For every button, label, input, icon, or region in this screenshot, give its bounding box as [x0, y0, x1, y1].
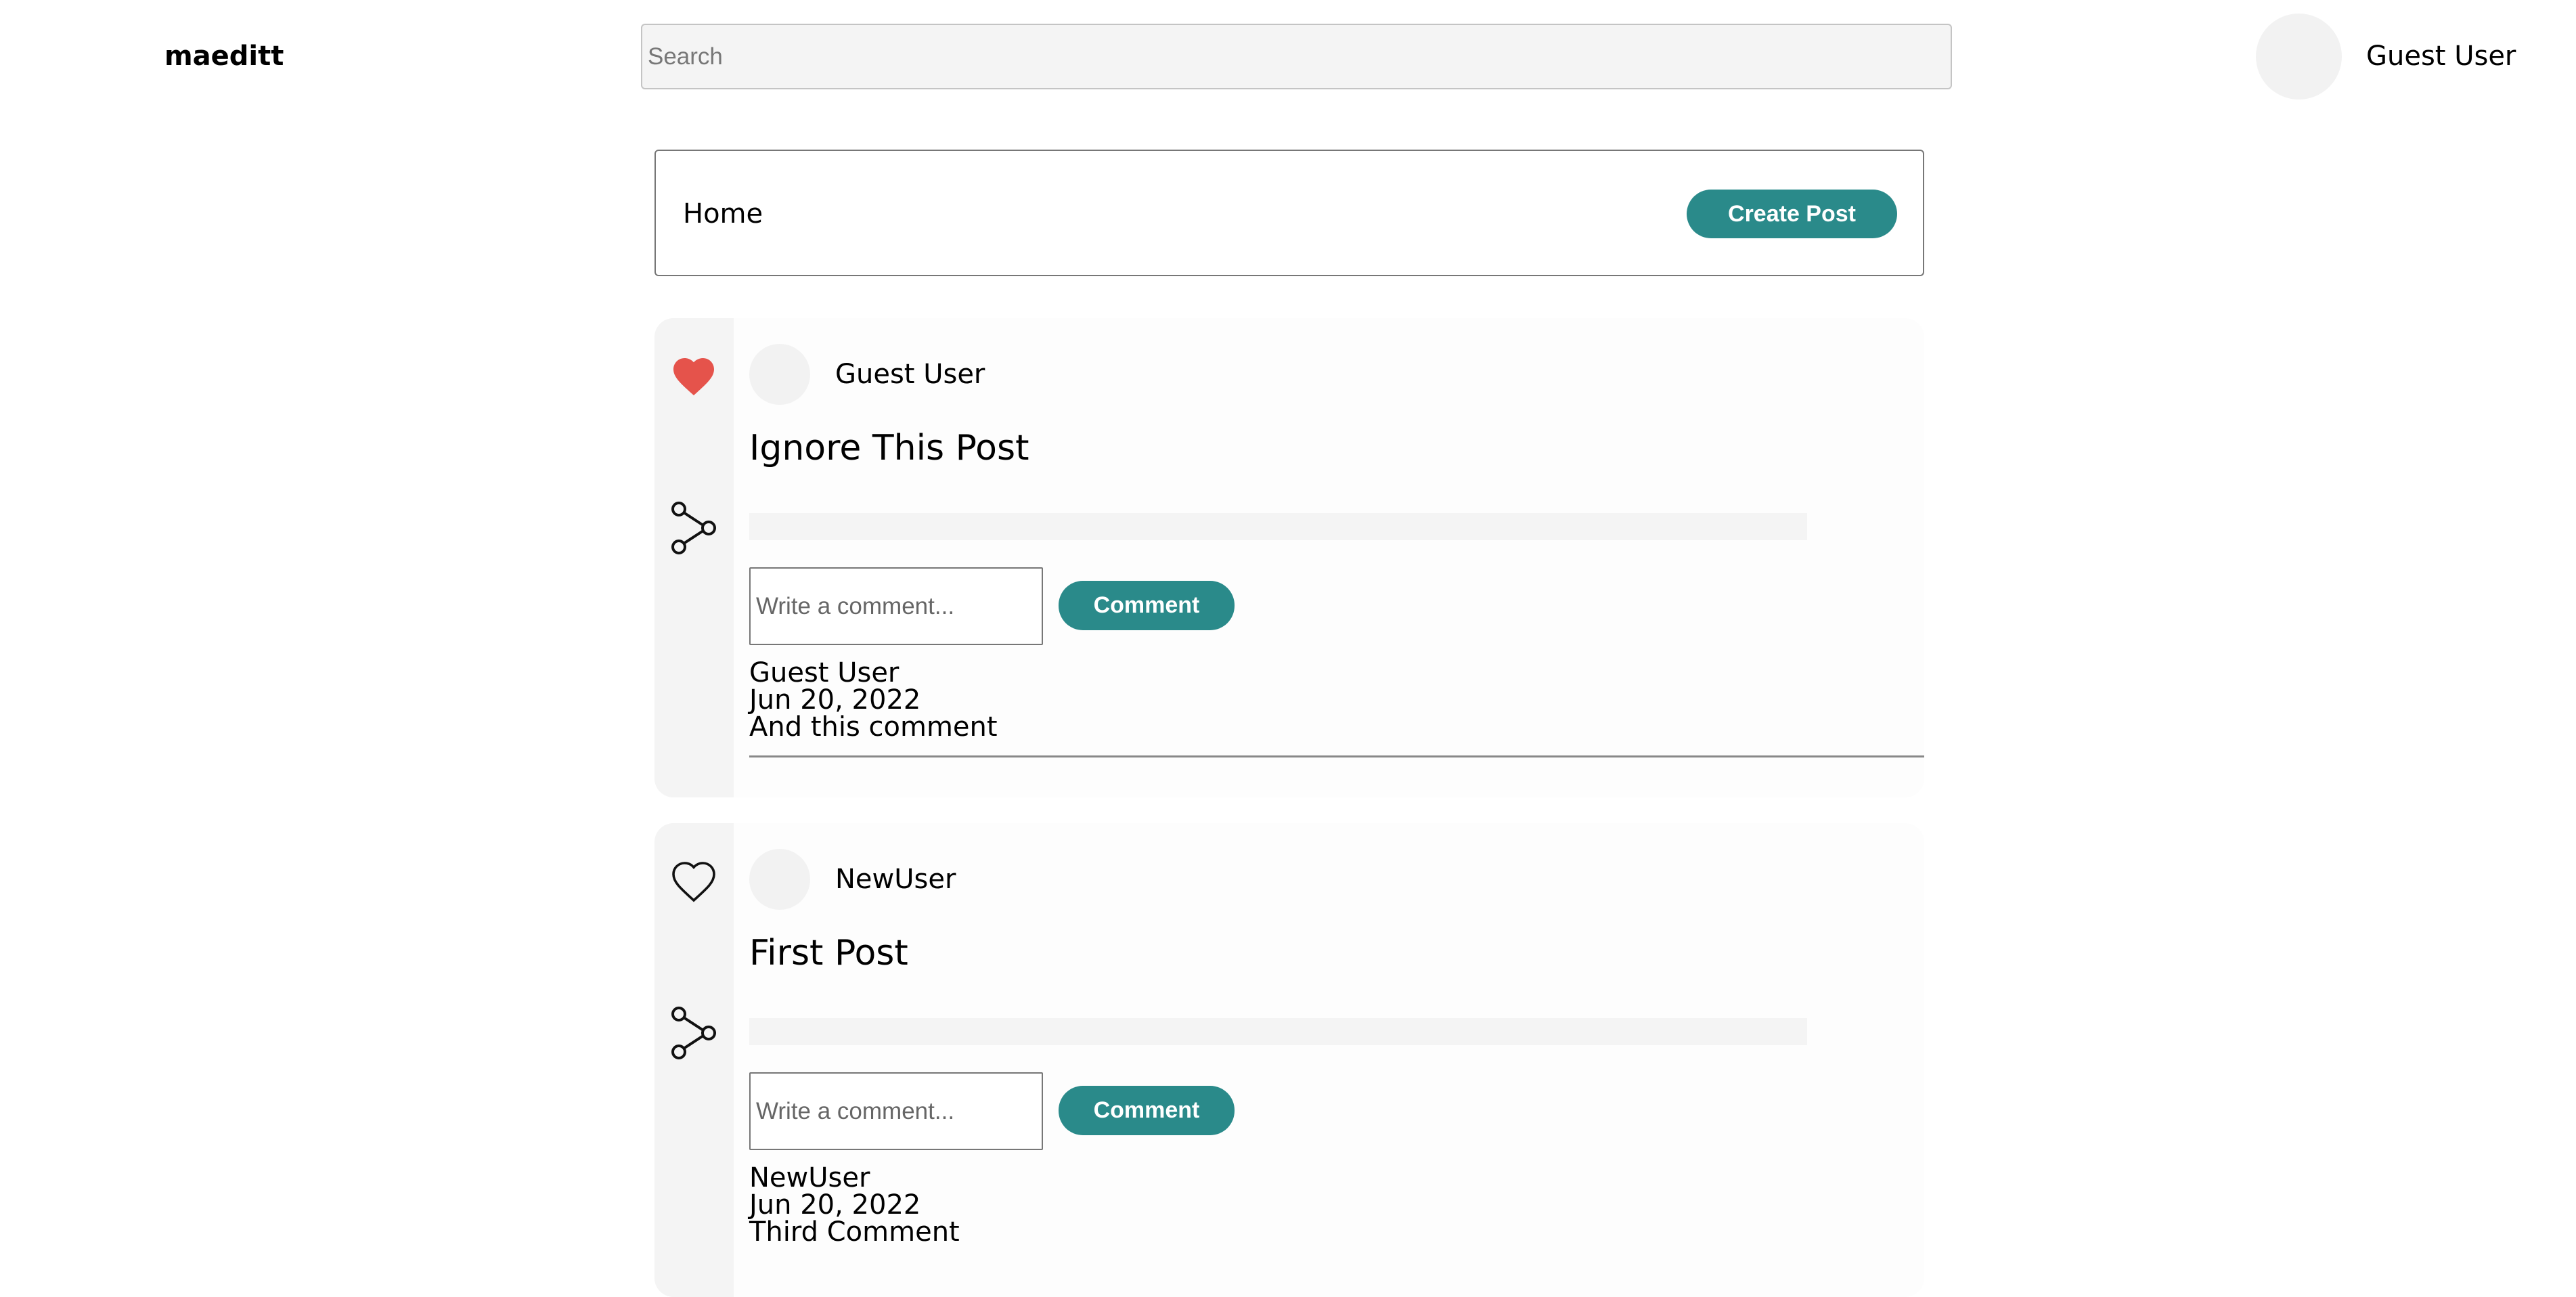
post-author[interactable]: Guest User: [835, 357, 985, 391]
post-author[interactable]: NewUser: [835, 862, 956, 896]
comment-item: NewUser Jun 20, 2022 Third Comment: [749, 1164, 1924, 1246]
post-body: [749, 1018, 1807, 1045]
comment-date: Jun 20, 2022: [749, 684, 921, 716]
share-icon[interactable]: [669, 1006, 718, 1060]
post-title[interactable]: Ignore This Post: [749, 426, 1029, 470]
comment-author: Guest User: [749, 657, 900, 688]
search-input[interactable]: [641, 24, 1952, 89]
page-title: Home: [683, 198, 763, 229]
comment-button[interactable]: Comment: [1059, 1086, 1235, 1135]
share-icon[interactable]: [669, 501, 718, 555]
post-actions-column: [654, 318, 734, 797]
post-title[interactable]: First Post: [749, 931, 908, 975]
create-post-button[interactable]: Create Post: [1687, 190, 1897, 238]
avatar[interactable]: [749, 344, 810, 405]
user-name[interactable]: Guest User: [2366, 39, 2516, 73]
avatar[interactable]: [2256, 14, 2342, 100]
heart-filled-icon[interactable]: [669, 352, 718, 401]
heart-outline-icon[interactable]: [669, 857, 718, 906]
comment-text: Third Comment: [749, 1216, 960, 1248]
post-card: NewUser First Post Comment NewUser Jun 2…: [654, 823, 1924, 1297]
post-actions-column: [654, 823, 734, 1297]
home-header: Home Create Post: [654, 150, 1924, 276]
comment-button[interactable]: Comment: [1059, 581, 1235, 630]
comment-item: Guest User Jun 20, 2022 And this comment: [749, 659, 1924, 741]
divider: [749, 755, 1924, 757]
comment-input[interactable]: [749, 567, 1043, 645]
comment-date: Jun 20, 2022: [749, 1189, 921, 1221]
comment-text: And this comment: [749, 711, 998, 743]
comment-input[interactable]: [749, 1072, 1043, 1150]
avatar[interactable]: [749, 849, 810, 910]
post-card: Guest User Ignore This Post Comment Gues…: [654, 318, 1924, 797]
comment-author: NewUser: [749, 1162, 870, 1193]
post-body: [749, 513, 1807, 540]
logo[interactable]: maeditt: [164, 39, 284, 73]
